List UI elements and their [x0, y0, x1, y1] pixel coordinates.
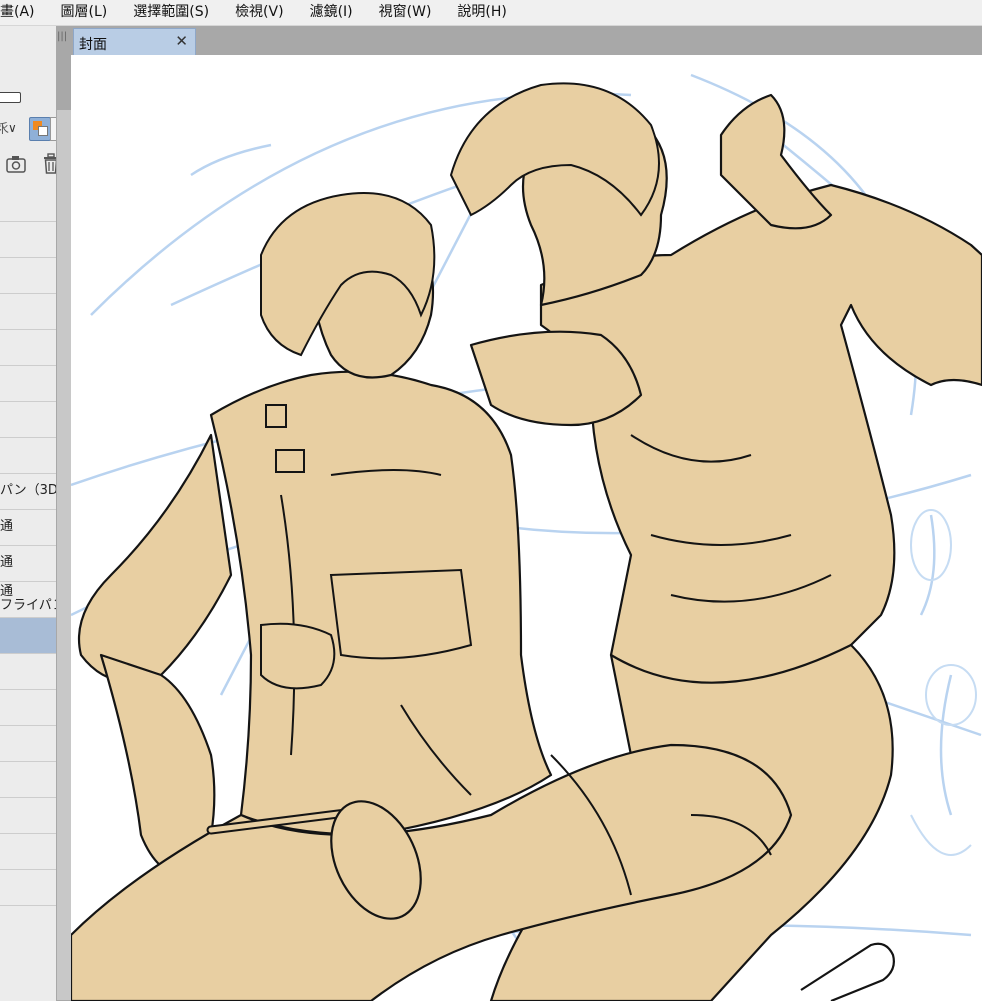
layer-row[interactable]: 通: [0, 510, 56, 546]
layer-row[interactable]: [0, 654, 56, 690]
drawing-canvas[interactable]: [71, 55, 982, 1001]
chevron-down-icon[interactable]: ∨: [8, 121, 17, 135]
layer-opacity-slider[interactable]: [0, 92, 21, 103]
layer-name: [0, 402, 56, 412]
layer-name: [0, 258, 56, 268]
trash-icon[interactable]: [42, 153, 56, 175]
layer-row[interactable]: [0, 618, 56, 654]
sub-color-icon: [38, 126, 48, 136]
layer-row[interactable]: [0, 762, 56, 798]
menu-animation[interactable]: 動畫(A): [0, 0, 48, 25]
layer-row[interactable]: [0, 402, 56, 438]
layer-name: 通: [0, 519, 14, 534]
layer-name: [0, 618, 56, 628]
hand-on-waist: [260, 622, 336, 690]
new-layer-icon[interactable]: [6, 154, 28, 174]
layer-name: [0, 186, 56, 196]
layer-name: 通: [0, 555, 14, 570]
layer-name: 通: [0, 584, 14, 599]
document-tab-title: 封面: [79, 37, 107, 53]
panel-grip-handle[interactable]: |||: [57, 29, 67, 45]
menu-selection[interactable]: 選擇範圍(S): [120, 0, 222, 25]
layer-row[interactable]: [0, 690, 56, 726]
menu-bar: 動畫(A) 圖層(L) 選擇範圍(S) 檢視(V) 濾鏡(I) 視窗(W) 說明…: [0, 0, 982, 26]
layer-color-dropdown[interactable]: ∨: [50, 117, 56, 141]
layer-name: [0, 870, 56, 880]
close-icon[interactable]: ✕: [175, 32, 188, 50]
layer-name: [0, 834, 56, 844]
artwork: [71, 73, 982, 1001]
layer-name: [0, 366, 56, 376]
layer-row[interactable]: [0, 726, 56, 762]
layer-name: [0, 438, 56, 448]
layer-row[interactable]: 通フライパン: [0, 582, 56, 618]
layer-name: [0, 294, 56, 304]
menu-view[interactable]: 檢視(V): [222, 0, 297, 25]
layer-row[interactable]: 通: [0, 546, 56, 582]
layer-name: [0, 690, 56, 700]
layer-row[interactable]: [0, 834, 56, 870]
layer-name: [0, 330, 56, 340]
layer-panel: 乑 ∨ ∨ パン（3D通通通フライパン |||: [0, 26, 71, 1001]
layer-name: フライパン: [0, 598, 56, 613]
menu-help[interactable]: 說明(H): [444, 0, 519, 25]
layer-name: パン（3D: [0, 483, 56, 498]
menu-window[interactable]: 視窗(W): [366, 0, 445, 25]
layer-panel-body: 乑 ∨ ∨ パン（3D通通通フライパン: [0, 26, 56, 1001]
layer-row[interactable]: [0, 186, 56, 222]
layer-name: [0, 222, 56, 232]
menu-layer[interactable]: 圖層(L): [48, 0, 121, 25]
document-tab-bar: 封面 ✕: [71, 26, 982, 56]
layer-name: [0, 762, 56, 772]
document-tab[interactable]: 封面 ✕: [73, 28, 196, 56]
rolling-pin: [800, 942, 895, 1001]
layer-row[interactable]: [0, 330, 56, 366]
layer-row[interactable]: [0, 222, 56, 258]
layer-row[interactable]: [0, 294, 56, 330]
layer-row[interactable]: [0, 870, 56, 906]
layer-color-swatch[interactable]: [29, 117, 51, 141]
layer-row[interactable]: パン（3D: [0, 474, 56, 510]
layer-row[interactable]: [0, 366, 56, 402]
layer-row[interactable]: [0, 798, 56, 834]
layer-row[interactable]: [0, 258, 56, 294]
layer-name: [0, 654, 56, 664]
layer-row[interactable]: [0, 438, 56, 474]
menu-filter[interactable]: 濾鏡(I): [297, 0, 366, 25]
layer-name: [0, 726, 56, 736]
layer-name: [0, 798, 56, 808]
panel-scrollbar[interactable]: [57, 110, 71, 1000]
